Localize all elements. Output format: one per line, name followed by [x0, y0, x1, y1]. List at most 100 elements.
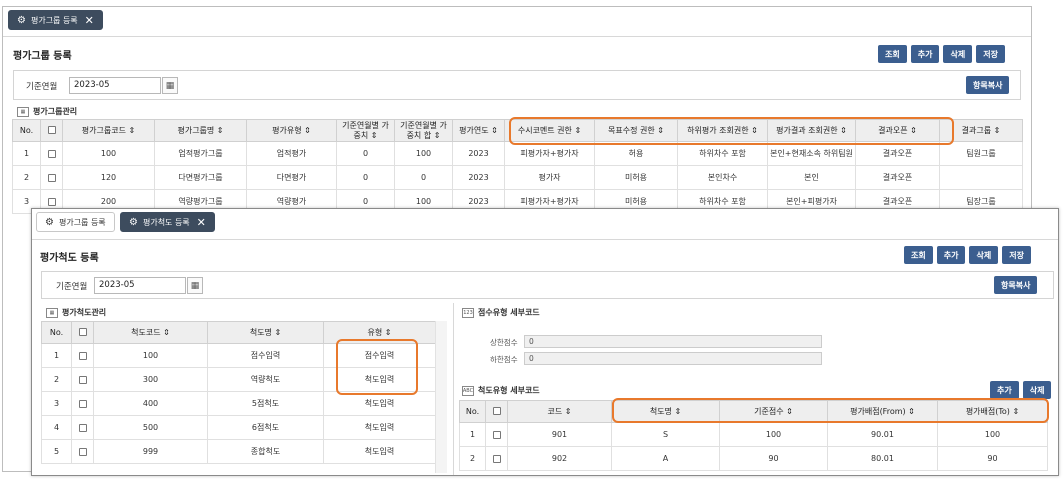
delete-button[interactable]: 삭제 — [943, 45, 973, 63]
table-row[interactable]: 5 999 종합척도 척도입력 — [41, 439, 436, 464]
filter-label: 기준연월 — [26, 82, 58, 92]
cell: 2023 — [452, 141, 505, 166]
table-row[interactable]: 2 902 A 90 80.01 90 — [459, 446, 1048, 471]
col-sub-eval-perm[interactable]: 하위평가 조회권한 ⇕ — [677, 119, 768, 142]
add-row-button[interactable]: 추가 — [990, 381, 1019, 399]
cell-check[interactable] — [40, 141, 63, 166]
col-score-to[interactable]: 평가배점(To) ⇕ — [937, 400, 1048, 423]
cell-check[interactable] — [71, 367, 94, 392]
col-select-all[interactable] — [40, 119, 63, 142]
col-select-all[interactable] — [71, 321, 94, 344]
col-eval-type[interactable]: 평가유형 ⇕ — [246, 119, 337, 142]
col-score-from[interactable]: 평가배점(From) ⇕ — [827, 400, 938, 423]
scale-detail-table: No. 코드 ⇕ 척도명 ⇕ 기준점수 ⇕ 평가배점(From) ⇕ 평가배점(… — [459, 400, 1048, 471]
checkbox[interactable] — [78, 399, 87, 408]
checkbox[interactable] — [78, 351, 87, 360]
tab-bar: ⚙ 평가그룹 등록 ⚙ 평가척도 등록 ✕ — [32, 209, 1058, 235]
cell-check[interactable] — [71, 439, 94, 464]
cell: 결과오픈 — [855, 141, 940, 166]
table-row[interactable]: 1 100 점수입력 점수입력 — [41, 343, 436, 368]
calendar-icon[interactable]: ▦ — [187, 277, 203, 294]
col-weight[interactable]: 기준연월별 가중치 ⇕ — [336, 119, 395, 142]
calendar-icon[interactable]: ▦ — [162, 77, 178, 94]
lower-score-input[interactable]: 0 — [524, 352, 822, 365]
table-row[interactable]: 1 901 S 100 90.01 100 — [459, 422, 1048, 447]
col-base-score[interactable]: 기준점수 ⇕ — [719, 400, 828, 423]
copy-items-button[interactable]: 항목복사 — [994, 276, 1038, 294]
close-icon[interactable]: ✕ — [85, 14, 94, 27]
checkbox[interactable] — [47, 173, 56, 182]
vertical-scrollbar[interactable] — [435, 321, 447, 473]
table-row[interactable]: 2 120 다면평가그룹 다면평가 0 0 2023 평가자 미허용 본인차수 … — [12, 165, 1023, 190]
copy-items-button[interactable]: 항목복사 — [966, 76, 1010, 94]
save-button[interactable]: 저장 — [976, 45, 1005, 63]
col-result-view-perm[interactable]: 평가결과 조회권한 ⇕ — [767, 119, 856, 142]
cell-check[interactable] — [71, 415, 94, 440]
cell: 점수입력 — [207, 343, 324, 368]
col-result-group[interactable]: 결과그룹 ⇕ — [939, 119, 1023, 142]
col-type[interactable]: 유형 ⇕ — [323, 321, 436, 344]
search-button[interactable]: 조회 — [878, 45, 907, 63]
cell: 6점척도 — [207, 415, 324, 440]
col-goal-edit-perm[interactable]: 목표수정 권한 ⇕ — [594, 119, 678, 142]
checkbox[interactable] — [47, 126, 56, 134]
close-icon[interactable]: ✕ — [197, 216, 206, 229]
delete-row-button[interactable]: 삭제 — [1022, 381, 1052, 399]
base-month-input[interactable]: 2023-05 — [94, 277, 186, 294]
cell-check[interactable] — [485, 422, 508, 447]
search-button[interactable]: 조회 — [904, 246, 933, 264]
col-weight-sum[interactable]: 기준연월별 가중치 합 ⇕ — [394, 119, 453, 142]
table-row[interactable]: 3 400 5점척도 척도입력 — [41, 391, 436, 416]
col-result-open[interactable]: 결과오픈 ⇕ — [855, 119, 940, 142]
checkbox[interactable] — [492, 407, 501, 415]
checkbox[interactable] — [492, 430, 501, 439]
add-button[interactable]: 추가 — [910, 45, 940, 63]
col-no: No. — [459, 400, 486, 423]
numbers-icon: 123 — [462, 307, 474, 318]
tab-evaluation-scale[interactable]: ⚙ 평가척도 등록 ✕ — [120, 212, 215, 232]
col-group-name[interactable]: 평가그룹명 ⇕ — [154, 119, 247, 142]
checkbox[interactable] — [492, 454, 501, 463]
checkbox[interactable] — [78, 328, 87, 336]
base-month-input[interactable]: 2023-05 — [69, 77, 161, 94]
col-eval-year[interactable]: 평가연도 ⇕ — [452, 119, 505, 142]
section-label-text: 척도유형 세부코드 — [478, 386, 540, 395]
save-button[interactable]: 저장 — [1002, 246, 1031, 264]
cell-check[interactable] — [71, 343, 94, 368]
lower-score-label: 하한점수 — [490, 355, 518, 364]
cell: 점수입력 — [323, 343, 436, 368]
checkbox[interactable] — [47, 197, 56, 206]
cell-check[interactable] — [485, 446, 508, 471]
delete-button[interactable]: 삭제 — [969, 246, 999, 264]
upper-score-label: 상한점수 — [490, 338, 518, 347]
checkbox[interactable] — [78, 447, 87, 456]
checkbox[interactable] — [47, 149, 56, 158]
upper-score-input[interactable]: 0 — [524, 335, 822, 348]
cell: S — [611, 422, 720, 447]
checkbox[interactable] — [78, 375, 87, 384]
col-select-all[interactable] — [485, 400, 508, 423]
cell-check[interactable] — [71, 391, 94, 416]
scale-toolbar: 추가 삭제 — [990, 381, 1052, 399]
checkbox[interactable] — [78, 423, 87, 432]
cell: 종합척도 — [207, 439, 324, 464]
table-header-row: No. 척도코드 ⇕ 척도명 ⇕ 유형 ⇕ — [41, 321, 436, 344]
col-scale-name[interactable]: 척도명 ⇕ — [611, 400, 720, 423]
col-group-code[interactable]: 평가그룹코드 ⇕ — [62, 119, 155, 142]
table-row[interactable]: 4 500 6점척도 척도입력 — [41, 415, 436, 440]
add-button[interactable]: 추가 — [936, 246, 966, 264]
col-scale-name[interactable]: 척도명 ⇕ — [207, 321, 324, 344]
table-row[interactable]: 2 300 역량척도 척도입력 — [41, 367, 436, 392]
cell-check[interactable] — [40, 165, 63, 190]
col-comment-perm[interactable]: 수시코멘트 권한 ⇕ — [504, 119, 595, 142]
table-row[interactable]: 1 100 업적평가그룹 업적평가 0 100 2023 피평가자+평가자 허용… — [12, 141, 1023, 166]
cell: 하위차수 포함 — [677, 141, 768, 166]
filter-panel: 기준연월 2023-05 ▦ 항목복사 — [13, 70, 1021, 100]
section-label: ▦ 평가척도관리 — [46, 307, 106, 318]
tab-evaluation-group[interactable]: ⚙ 평가그룹 등록 ✕ — [8, 10, 103, 30]
tab-evaluation-group[interactable]: ⚙ 평가그룹 등록 — [36, 212, 115, 232]
section-label: ▦ 평가그룹관리 — [17, 106, 77, 117]
filter-panel: 기준연월 2023-05 ▦ 항목복사 — [41, 271, 1054, 299]
col-code[interactable]: 코드 ⇕ — [507, 400, 612, 423]
col-scale-code[interactable]: 척도코드 ⇕ — [93, 321, 208, 344]
